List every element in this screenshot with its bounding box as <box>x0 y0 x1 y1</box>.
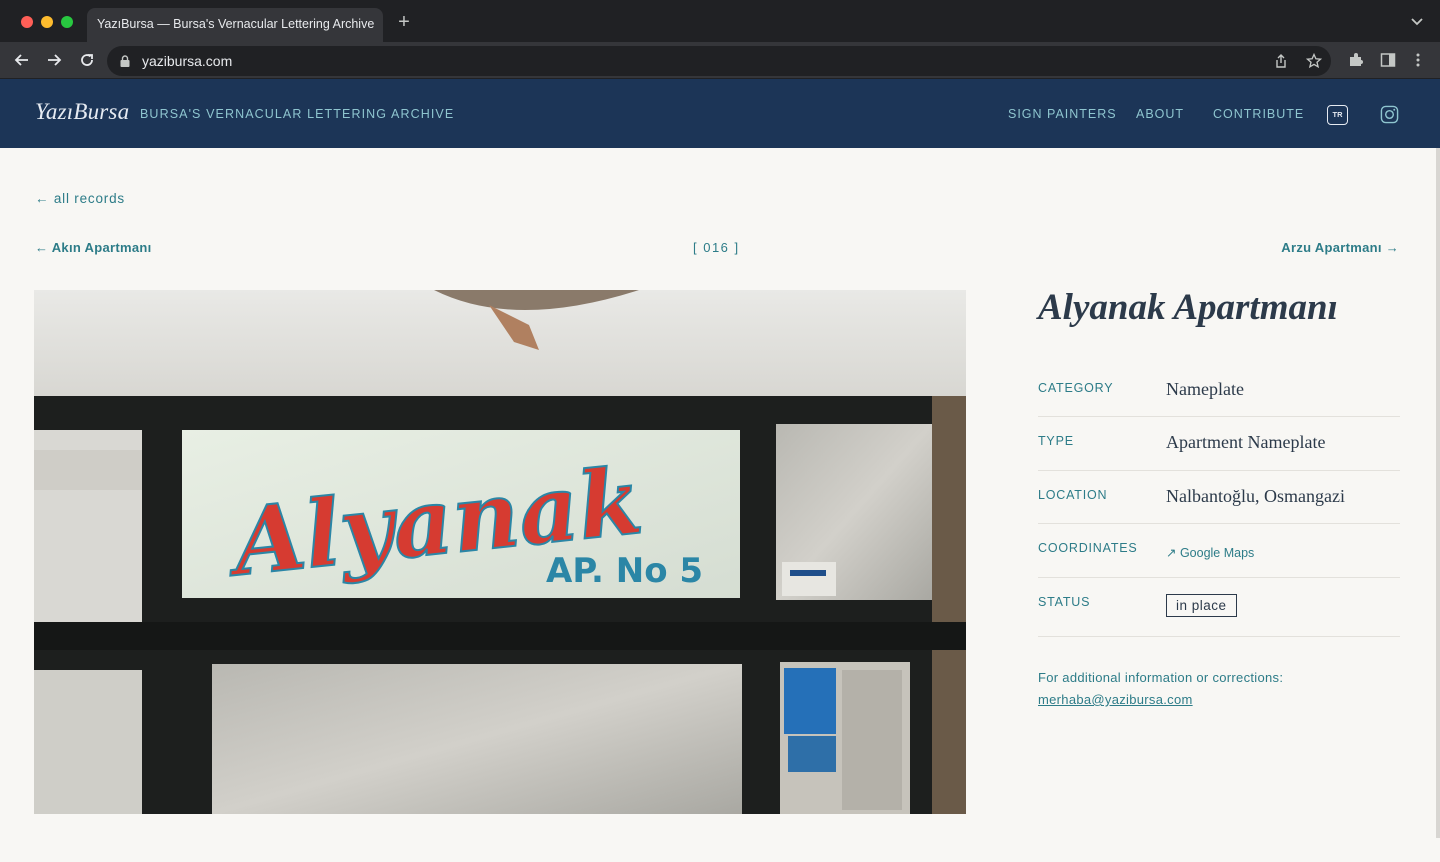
previous-record-link[interactable]: ← Akın Apartmanı <box>35 240 152 255</box>
site-tagline: BURSA'S VERNACULAR LETTERING ARCHIVE <box>140 107 455 121</box>
browser-tab[interactable]: YazıBursa — Bursa's Vernacular Lettering… <box>87 8 383 42</box>
forward-arrow-icon[interactable] <box>44 50 64 70</box>
share-icon[interactable] <box>1273 53 1289 69</box>
meta-label: COORDINATES <box>1038 541 1138 556</box>
side-panel-icon[interactable] <box>1380 52 1396 68</box>
record-title: Alyanak Apartmanı <box>1038 287 1338 328</box>
corrections-note: For additional information or correction… <box>1038 670 1284 685</box>
meta-row-coordinates: COORDINATES ↗ Google Maps <box>1038 524 1400 578</box>
instagram-icon[interactable] <box>1380 105 1399 124</box>
window-close-button[interactable] <box>21 16 33 28</box>
extensions-icon[interactable] <box>1348 52 1364 68</box>
page-scrollbar[interactable] <box>1436 148 1440 838</box>
contact-email-link[interactable]: merhaba@yazibursa.com <box>1038 692 1193 707</box>
meta-value: Apartment Nameplate <box>1166 432 1326 453</box>
more-menu-icon[interactable] <box>1410 52 1426 68</box>
meta-label: CATEGORY <box>1038 381 1114 395</box>
meta-row-location: LOCATION Nalbantoğlu, Osmangazi <box>1038 471 1400 525</box>
lock-icon <box>120 55 130 67</box>
nav-about[interactable]: ABOUT <box>1136 107 1184 121</box>
status-badge: in place <box>1166 593 1237 617</box>
new-tab-button[interactable]: + <box>394 10 414 34</box>
meta-row-category: CATEGORY Nameplate <box>1038 364 1400 418</box>
tab-title: YazıBursa — Bursa's Vernacular Lettering… <box>97 17 375 31</box>
reload-icon[interactable] <box>77 50 97 70</box>
url-text: yazibursa.com <box>142 53 233 69</box>
all-records-link[interactable]: ← all records <box>35 191 125 206</box>
meta-row-status: STATUS in place <box>1038 578 1400 637</box>
chevron-down-icon[interactable] <box>1410 14 1424 28</box>
nav-contribute[interactable]: CONTRIBUTE <box>1213 107 1304 121</box>
record-photo: Alyanak AP. No 5 <box>34 290 966 814</box>
window-minimize-button[interactable] <box>41 16 53 28</box>
meta-value: Nalbantoğlu, Osmangazi <box>1166 485 1345 506</box>
meta-row-type: TYPE Apartment Nameplate <box>1038 417 1400 471</box>
sign-photo-illustration: Alyanak AP. No 5 <box>34 290 966 814</box>
site-logo[interactable]: YazıBursa <box>35 99 129 125</box>
language-toggle[interactable]: TR <box>1327 105 1348 125</box>
sign-sub-text: AP. No 5 <box>546 551 703 591</box>
meta-label: LOCATION <box>1038 487 1108 502</box>
star-icon[interactable] <box>1306 53 1322 69</box>
record-metadata: CATEGORY Nameplate TYPE Apartment Namepl… <box>1038 364 1400 637</box>
browser-toolbar: yazibursa.com <box>0 42 1440 79</box>
browser-tab-bar: YazıBursa — Bursa's Vernacular Lettering… <box>0 0 1440 42</box>
record-number: [ 016 ] <box>693 240 740 255</box>
site-header: YazıBursa BURSA'S VERNACULAR LETTERING A… <box>0 79 1440 148</box>
nav-sign-painters[interactable]: SIGN PAINTERS <box>1008 107 1117 121</box>
meta-label: TYPE <box>1038 434 1074 449</box>
address-bar[interactable]: yazibursa.com <box>107 46 1331 76</box>
meta-value: Nameplate <box>1166 379 1244 399</box>
meta-label: STATUS <box>1038 594 1091 609</box>
next-record-link[interactable]: Arzu Apartmanı → <box>1281 240 1399 255</box>
back-arrow-icon[interactable] <box>12 50 32 70</box>
window-zoom-button[interactable] <box>61 16 73 28</box>
google-maps-link[interactable]: ↗ Google Maps <box>1166 545 1254 560</box>
